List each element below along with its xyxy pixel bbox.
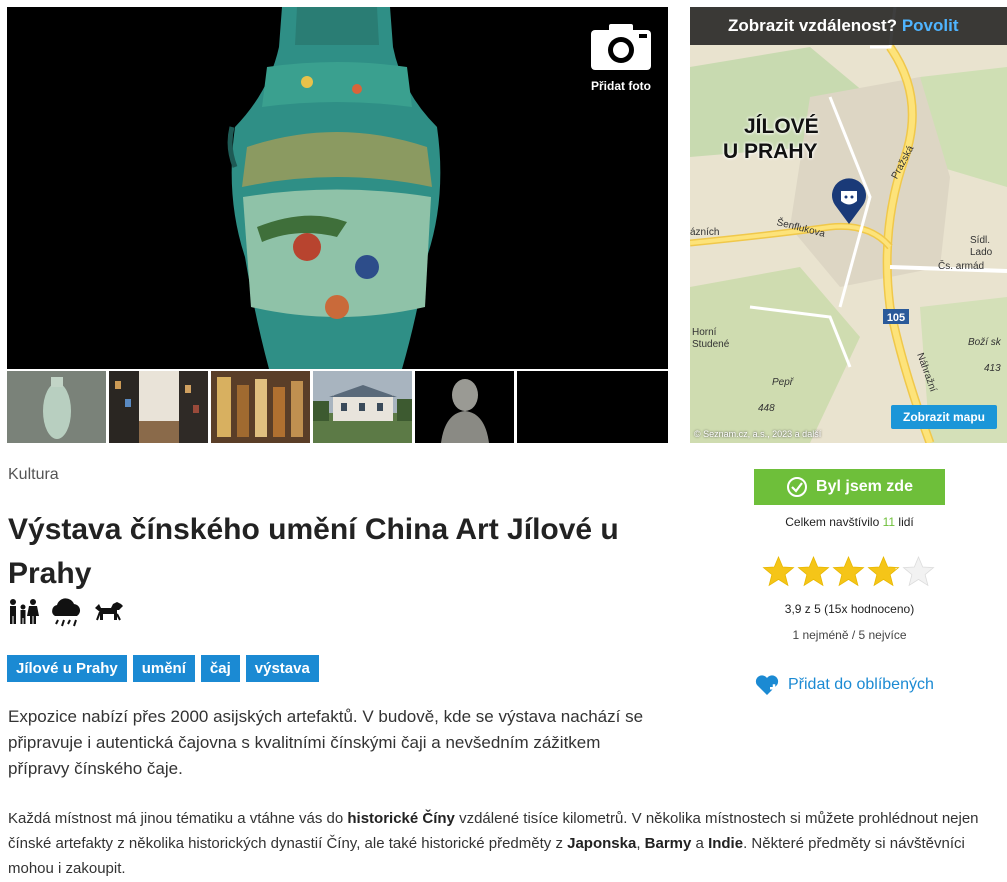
category-label[interactable]: Kultura [8, 466, 59, 484]
visited-prefix: Celkem navštívilo [785, 515, 883, 529]
desc-bold-4: Indie [708, 835, 744, 852]
map-label-alt2: 413 [984, 363, 1001, 374]
thumbnail-buddha[interactable] [415, 371, 514, 443]
tag-umeni[interactable]: umění [132, 655, 195, 682]
visited-count: Celkem navštívilo 11 lidí [754, 515, 945, 529]
add-favorite-button[interactable]: Přidat do oblíbených [754, 673, 954, 697]
star-icon[interactable] [832, 556, 865, 587]
lead-paragraph: Expozice nabízí přes 2000 asijských arte… [8, 707, 644, 778]
desc-text-4: a [691, 835, 709, 852]
location-map[interactable]: 105 JÍLOVÉ U PRAHY Šenflukova Pražská Ná… [690, 7, 1007, 443]
visited-label: Byl jsem zde [816, 478, 913, 495]
map-label-left-street: ázních [690, 227, 720, 238]
map-label-place1: Sídl. Lado [970, 235, 993, 258]
map-label-place5: Boží sk [968, 337, 1001, 348]
tag-caj[interactable]: čaj [200, 655, 240, 682]
map-label-place4: Pepř [772, 377, 794, 388]
distance-bar: Zobrazit vzdálenost? Povolit [690, 7, 1007, 45]
rating-scale: 1 nejméně / 5 nejvíce [792, 628, 907, 642]
camera-icon [591, 24, 651, 70]
map-label-alt1: 448 [758, 403, 775, 414]
family-icon [10, 599, 39, 624]
tag-list: Jílové u Prahy umění čaj výstava [7, 655, 319, 682]
thumbnail-strip [7, 371, 668, 443]
map-label-place2: Čs. armád [938, 261, 985, 272]
main-photo[interactable] [7, 7, 668, 369]
thumbnail-empty [517, 371, 668, 443]
star-icon[interactable] [762, 556, 795, 587]
tag-vystava[interactable]: výstava [245, 655, 319, 682]
add-photo-label: Přidat foto [591, 79, 651, 93]
facility-icons [7, 598, 125, 628]
distance-prompt: Zobrazit vzdálenost? [728, 16, 898, 35]
thumbnail-vase[interactable] [7, 371, 106, 443]
map-label-place3: Horní Studené [692, 327, 730, 350]
map-copyright: © Seznam.cz, a.s., 2023 a další [694, 429, 822, 439]
star-icon[interactable] [902, 556, 935, 587]
star-icon[interactable] [867, 556, 900, 587]
visited-number: 11 [882, 515, 896, 529]
desc-text-1: Každá místnost má jinou tématiku a vtáhn… [8, 810, 348, 827]
rain-cloud-icon [52, 598, 81, 627]
desc-bold-1: historické Číny [347, 810, 455, 827]
heart-plus-icon [755, 675, 779, 695]
svg-text:105: 105 [887, 312, 905, 324]
star-icon[interactable] [797, 556, 830, 587]
thumbnail-statues[interactable] [211, 371, 310, 443]
page-title: Výstava čínského umění China Art Jílové … [8, 513, 619, 590]
desc-text-3: , [636, 835, 645, 852]
map-city-line1: JÍLOVÉ [744, 115, 819, 138]
thumbnail-building[interactable] [313, 371, 412, 443]
add-photo-button[interactable]: Přidat foto [582, 20, 660, 93]
map-city-line2: U PRAHY [723, 140, 818, 163]
show-map-button[interactable]: Zobrazit mapu [891, 405, 997, 429]
tag-jilove[interactable]: Jílové u Prahy [7, 655, 127, 682]
check-circle-icon [787, 477, 808, 497]
rating-text: 3,9 z 5 (15x hodnoceno) [784, 602, 915, 616]
allow-location-link[interactable]: Povolit [902, 16, 959, 35]
favorite-label: Přidat do oblíbených [788, 676, 934, 693]
description-paragraph: Každá místnost má jinou tématiku a vtáhn… [8, 806, 988, 881]
thumbnail-hall[interactable] [109, 371, 208, 443]
visited-button[interactable]: Byl jsem zde [754, 469, 945, 505]
rating-stars[interactable] [762, 556, 937, 587]
desc-bold-3: Barmy [644, 835, 692, 852]
desc-bold-2: Japonska [567, 835, 637, 852]
visited-suffix: lidí [895, 515, 914, 529]
map-pin-icon [830, 177, 868, 230]
dog-icon [95, 602, 123, 621]
